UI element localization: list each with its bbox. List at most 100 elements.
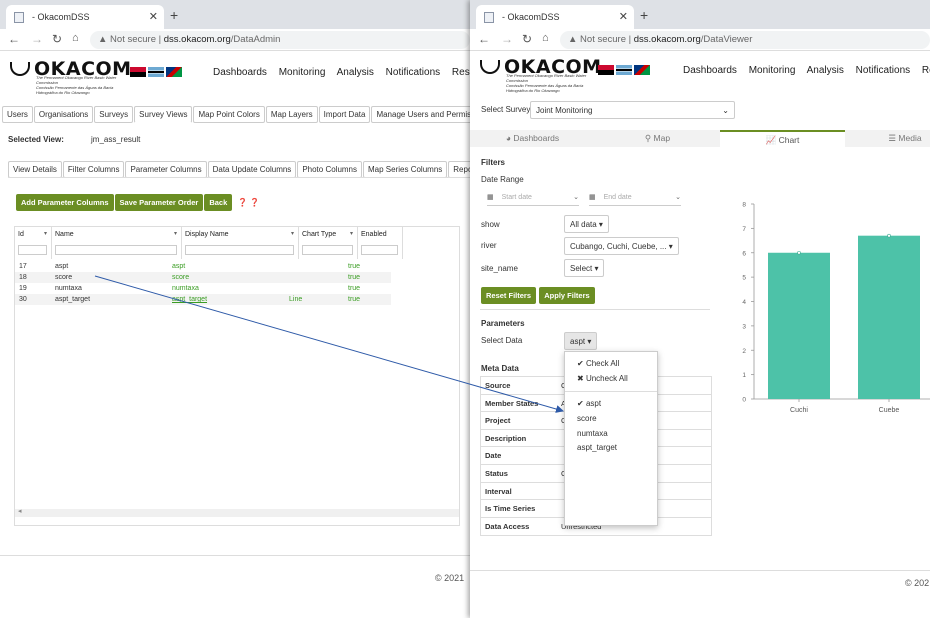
- survey-select[interactable]: Joint Monitoring ⌄: [530, 101, 735, 119]
- back-button[interactable]: Back: [204, 194, 233, 211]
- col-header-chart-type[interactable]: Chart Type ▾: [299, 227, 358, 259]
- table-row[interactable]: 18 score score true: [15, 272, 391, 283]
- forward-icon[interactable]: →: [31, 32, 43, 46]
- tab-organisations[interactable]: Organisations: [33, 106, 94, 123]
- sort-caret-icon[interactable]: ▾: [174, 230, 177, 237]
- tab-view-details[interactable]: View Details: [8, 161, 62, 178]
- new-tab-icon[interactable]: +: [170, 7, 178, 23]
- end-date-input[interactable]: ▦ End date ⌄: [589, 193, 681, 206]
- tab-surveys[interactable]: Surveys: [94, 106, 134, 123]
- tab-reports[interactable]: Reports: [448, 161, 470, 178]
- nav-dashboards[interactable]: Dashboards: [213, 67, 267, 78]
- cell-display[interactable]: score: [172, 272, 189, 283]
- browser-tab[interactable]: - OkacomDSS ✕: [476, 5, 634, 29]
- tab-map-label: Map: [653, 133, 671, 143]
- home-icon[interactable]: ⌂: [72, 32, 79, 44]
- info-icon[interactable]: ❓: [250, 198, 260, 207]
- start-date-input[interactable]: ▦ Start date ⌄: [487, 193, 579, 206]
- tab-filter-columns[interactable]: Filter Columns: [62, 161, 125, 178]
- filter-site-select[interactable]: Select ▾: [564, 259, 605, 277]
- nav-notifications[interactable]: Notifications: [856, 65, 910, 76]
- chart-point: [887, 233, 891, 238]
- close-tab-icon[interactable]: ✕: [149, 5, 158, 29]
- cell-enabled[interactable]: true: [348, 272, 360, 283]
- back-icon[interactable]: ←: [8, 32, 20, 46]
- tab-map-point-colors[interactable]: Map Point Colors: [193, 106, 265, 123]
- filter-input-chart[interactable]: [302, 245, 353, 255]
- filter-input-name[interactable]: [55, 245, 177, 255]
- tab-users[interactable]: Users: [2, 106, 33, 123]
- menu-option-aspt-target[interactable]: aspt_target: [577, 443, 617, 452]
- reset-filters-button[interactable]: Reset Filters: [481, 287, 537, 304]
- uncheck-all-option[interactable]: ✖ Uncheck All: [577, 374, 628, 383]
- footer-divider: [0, 555, 470, 556]
- back-icon[interactable]: ←: [478, 32, 490, 46]
- logo-mark-icon: [10, 62, 30, 76]
- menu-option-aspt[interactable]: ✔ aspt: [577, 399, 601, 408]
- filter-input-id[interactable]: [18, 245, 47, 255]
- filter-input-display[interactable]: [185, 245, 294, 255]
- table-row[interactable]: 19 numtaxa numtaxa true: [15, 283, 391, 294]
- sort-caret-icon[interactable]: ▾: [44, 230, 47, 237]
- tab-map-series-columns[interactable]: Map Series Columns: [363, 161, 448, 178]
- nav-analysis[interactable]: Analysis: [337, 67, 374, 78]
- cell-chart[interactable]: Line: [289, 294, 302, 305]
- filter-river-select[interactable]: Cubango, Cuchi, Cuebe, ... ▾: [564, 237, 679, 255]
- sort-caret-icon[interactable]: ▾: [291, 230, 294, 237]
- tab-import-data[interactable]: Import Data: [318, 106, 371, 123]
- tab-media[interactable]: ☰ Media: [845, 130, 930, 147]
- col-header-id[interactable]: Id ▾: [15, 227, 52, 259]
- nav-dashboards[interactable]: Dashboards: [683, 65, 737, 76]
- nav-resources[interactable]: Resou: [922, 65, 930, 76]
- new-tab-icon[interactable]: +: [640, 7, 648, 23]
- col-header-name[interactable]: Name ▾: [52, 227, 182, 259]
- cell-enabled[interactable]: true: [348, 294, 360, 305]
- tab-parameter-columns[interactable]: Parameter Columns: [125, 161, 207, 178]
- nav-notifications[interactable]: Notifications: [386, 67, 440, 78]
- help-icon[interactable]: ❓: [238, 198, 248, 207]
- col-header-enabled[interactable]: Enabled: [358, 227, 403, 259]
- filter-input-enabled[interactable]: [361, 245, 398, 255]
- reload-icon[interactable]: ↻: [52, 32, 62, 46]
- horizontal-scrollbar[interactable]: ◂: [15, 507, 459, 517]
- tab-manage-users[interactable]: Manage Users and Permissions: [371, 106, 470, 123]
- security-label: Not secure: [110, 34, 156, 45]
- tab-map-layers[interactable]: Map Layers: [265, 106, 318, 123]
- nav-resources[interactable]: Resourc: [452, 67, 470, 78]
- forward-icon[interactable]: →: [501, 32, 513, 46]
- cell-display[interactable]: aspt: [172, 261, 185, 272]
- cell-enabled[interactable]: true: [348, 261, 360, 272]
- apply-filters-button[interactable]: Apply Filters: [539, 287, 595, 304]
- reload-icon[interactable]: ↻: [522, 32, 532, 46]
- nav-monitoring[interactable]: Monitoring: [279, 67, 326, 78]
- menu-option-numtaxa[interactable]: numtaxa: [577, 429, 608, 438]
- tab-chart[interactable]: 📈 Chart: [720, 130, 845, 147]
- scroll-left-icon[interactable]: ◂: [18, 507, 22, 515]
- check-all-option[interactable]: ✔ Check All: [577, 359, 619, 368]
- col-header-display-name[interactable]: Display Name ▾: [182, 227, 299, 259]
- table-row[interactable]: 17 aspt aspt true: [15, 261, 391, 272]
- tab-photo-columns[interactable]: Photo Columns: [297, 161, 363, 178]
- cell-enabled[interactable]: true: [348, 283, 360, 294]
- tab-dashboards[interactable]: ◕ Dashboards: [470, 130, 595, 147]
- tab-data-update-columns[interactable]: Data Update Columns: [207, 161, 297, 178]
- check-all-label: Check All: [585, 359, 620, 368]
- tab-survey-views[interactable]: Survey Views: [134, 106, 193, 123]
- close-tab-icon[interactable]: ✕: [619, 5, 628, 29]
- menu-option-score[interactable]: score: [577, 414, 597, 423]
- filter-show-select[interactable]: All data ▾: [564, 215, 609, 233]
- add-parameter-columns-button[interactable]: Add Parameter Columns: [16, 194, 114, 211]
- select-data-dropdown[interactable]: aspt ▾: [564, 332, 598, 350]
- sort-caret-icon[interactable]: ▾: [350, 230, 353, 237]
- browser-tab[interactable]: - OkacomDSS ✕: [6, 5, 164, 29]
- home-icon[interactable]: ⌂: [542, 32, 549, 44]
- tab-map[interactable]: ⚲ Map: [595, 130, 720, 147]
- nav-analysis[interactable]: Analysis: [807, 65, 844, 76]
- url-field[interactable]: ▲ Not secure | dss.okacom.org/DataViewer: [560, 31, 930, 49]
- save-parameter-order-button[interactable]: Save Parameter Order: [114, 194, 204, 211]
- table-row[interactable]: 30 aspt_target aspt_target Line true: [15, 294, 391, 305]
- url-field[interactable]: ▲ Not secure | dss.okacom.org/DataAdmin: [90, 31, 470, 49]
- cell-display[interactable]: numtaxa: [172, 283, 199, 294]
- cell-display[interactable]: aspt_target: [172, 294, 207, 305]
- nav-monitoring[interactable]: Monitoring: [749, 65, 796, 76]
